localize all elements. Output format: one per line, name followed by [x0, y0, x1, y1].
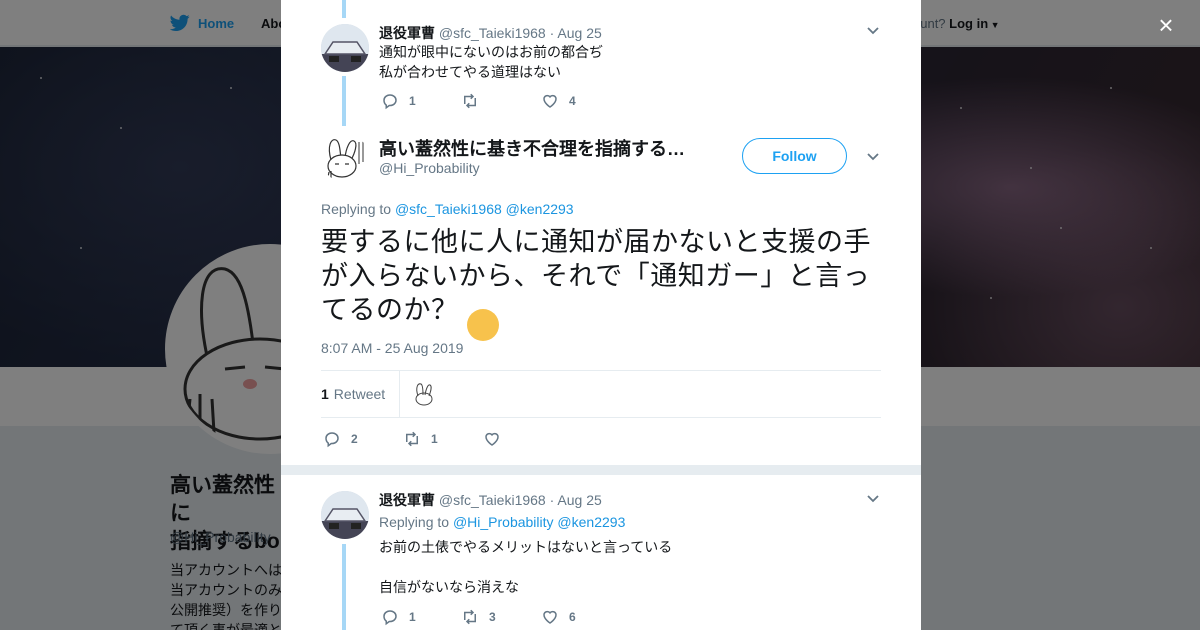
like-count: 6	[569, 610, 576, 624]
retweet-stat[interactable]: 1 Retweet	[321, 370, 401, 418]
avatar[interactable]	[321, 134, 369, 182]
retweet-stat-count: 1	[321, 386, 329, 402]
follow-button[interactable]: Follow	[742, 138, 847, 174]
reply-section-divider	[281, 465, 921, 475]
reply-button[interactable]: 1	[381, 92, 461, 110]
retweet-count: 3	[489, 610, 496, 624]
reply-icon	[383, 94, 397, 110]
reply-count: 2	[351, 432, 358, 446]
tweet-timestamp[interactable]: 8:07 AM - 25 Aug 2019	[321, 340, 463, 356]
replying-to: Replying to @Hi_Probability @ken2293	[379, 512, 625, 532]
tweet-text-line: 自信がないなら消えな	[379, 579, 519, 595]
chevron-down-icon[interactable]	[866, 150, 880, 164]
tweet-date[interactable]: · Aug 25	[550, 492, 602, 508]
rabbit-avatar-icon	[412, 381, 439, 407]
avatar[interactable]	[321, 24, 369, 72]
author-handle[interactable]: @sfc_Taieki1968	[439, 492, 546, 508]
heart-icon	[485, 432, 499, 446]
retweet-stat-label: Retweet	[333, 386, 386, 402]
tweet-actions: 2 1	[323, 430, 563, 448]
reply-icon	[325, 432, 339, 448]
retweet-button[interactable]: 1	[403, 430, 483, 448]
reply-button[interactable]: 1	[381, 608, 461, 626]
replying-to: Replying to @sfc_Taieki1968 @ken2293	[321, 201, 574, 217]
face-with-hand-over-mouth-emoji: 🤭	[466, 309, 499, 341]
avatar[interactable]	[321, 491, 369, 539]
tweet-actions: 1 4	[381, 92, 621, 110]
retweet-button[interactable]: 3	[461, 608, 541, 626]
retweet-icon	[406, 431, 418, 447]
heart-icon	[543, 610, 557, 624]
tweet-header: 退役軍曹 @sfc_Taieki1968 · Aug 25	[379, 490, 602, 510]
tweet-text-line: 通知が眼中にないのはお前の都合ぢ	[379, 44, 603, 60]
tweet-body: 要するに他に人に通知が届かないと支援の手が入らないから、それで「通知ガー」と言っ…	[321, 227, 871, 325]
tweet-modal: 退役軍曹 @sfc_Taieki1968 · Aug 25 通知が眼中にないのは…	[281, 0, 921, 630]
author-handle[interactable]: @Hi_Probability	[379, 160, 480, 176]
car-avatar-icon	[321, 24, 369, 72]
heart-icon	[543, 94, 557, 108]
author-handle[interactable]: @sfc_Taieki1968	[439, 25, 546, 41]
tweet-date[interactable]: · Aug 25	[550, 25, 602, 41]
close-icon[interactable]: ×	[1153, 12, 1179, 38]
reply-count: 1	[409, 94, 416, 108]
author-name[interactable]: 高い蓋然性に基き不合理を指摘する…	[379, 135, 685, 161]
retweet-count: 1	[431, 432, 438, 446]
thread-line	[342, 544, 346, 630]
tweet-text-line: お前の土俵でやるメリットはないと言っている	[379, 539, 673, 555]
mention-link[interactable]: @sfc_Taieki1968	[395, 201, 502, 217]
mention-link[interactable]: @ken2293	[557, 514, 625, 530]
reply-icon	[383, 610, 397, 626]
tweet-text: 通知が眼中にないのはお前の都合ぢ 私が合わせてやる道理はない	[379, 42, 603, 82]
like-button[interactable]	[483, 430, 563, 448]
replying-to-label: Replying to	[321, 201, 392, 217]
thread-line	[342, 0, 346, 18]
retweet-icon	[464, 609, 476, 625]
rabbit-avatar-icon	[321, 134, 369, 182]
tweet-header: 退役軍曹 @sfc_Taieki1968 · Aug 25	[379, 23, 602, 43]
chevron-down-icon[interactable]	[866, 24, 880, 38]
like-count: 4	[569, 94, 576, 108]
tweet-stats: 1 Retweet	[321, 370, 881, 418]
tweet-actions: 1 3 6	[381, 608, 621, 626]
reply-button[interactable]: 2	[323, 430, 403, 448]
mention-link[interactable]: @ken2293	[506, 201, 574, 217]
retweet-icon	[464, 93, 476, 109]
retweet-button[interactable]	[461, 92, 541, 110]
like-button[interactable]: 6	[541, 608, 621, 626]
retweeter-avatar[interactable]	[412, 381, 439, 407]
car-avatar-icon	[321, 491, 369, 539]
reply-count: 1	[409, 610, 416, 624]
replying-to-label: Replying to	[379, 514, 450, 530]
tweet-text: 要するに他に人に通知が届かないと支援の手が入らないから、それで「通知ガー」と言っ…	[321, 225, 886, 341]
mention-link[interactable]: @Hi_Probability	[453, 514, 554, 530]
tweet-text-line: 私が合わせてやる道理はない	[379, 64, 561, 80]
thread-line	[342, 76, 346, 126]
chevron-down-icon[interactable]	[866, 492, 880, 506]
author-name[interactable]: 退役軍曹	[379, 492, 435, 508]
author-name[interactable]: 退役軍曹	[379, 25, 435, 41]
like-button[interactable]: 4	[541, 92, 621, 110]
